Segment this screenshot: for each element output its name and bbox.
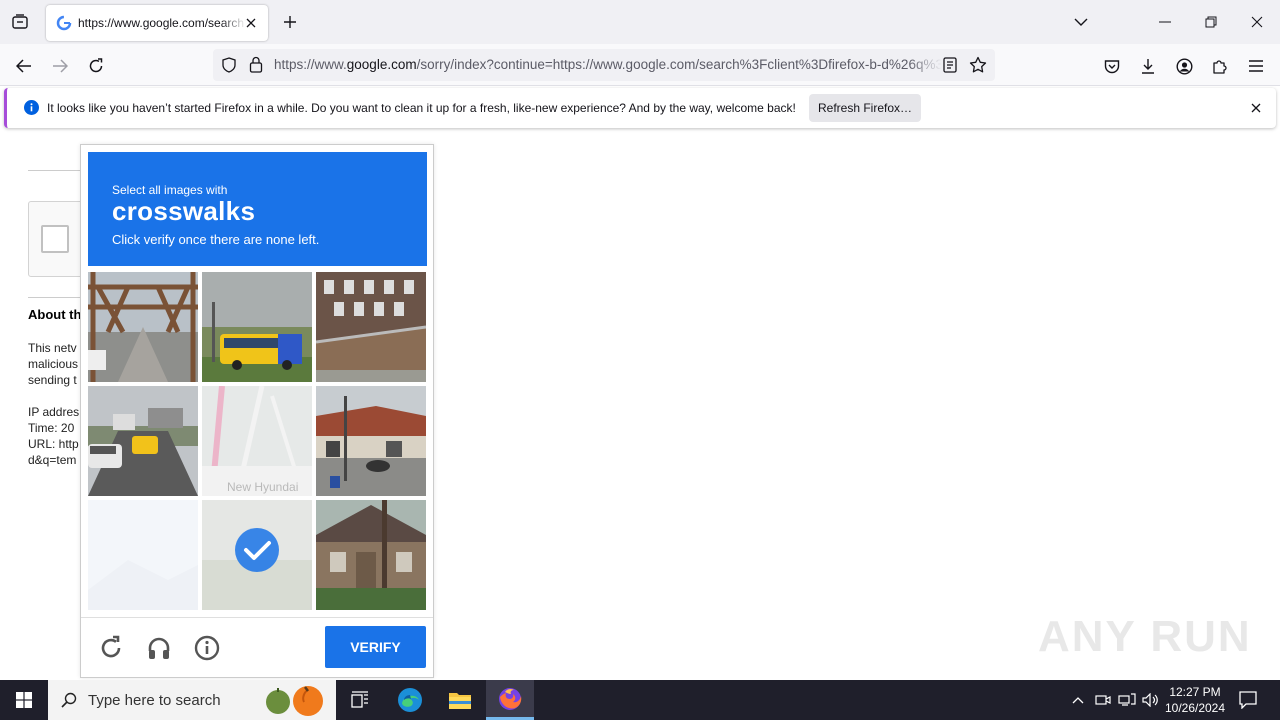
challenge-instruction: Select all images with	[112, 183, 228, 197]
tab-title: https://www.google.com/search?client=fir…	[78, 16, 246, 30]
bookmark-star-icon[interactable]	[969, 56, 987, 79]
captcha-tile-7[interactable]	[88, 500, 198, 610]
captcha-tile-4[interactable]	[88, 386, 198, 496]
captcha-tile-8[interactable]	[202, 500, 312, 610]
meet-now-icon[interactable]	[1092, 680, 1114, 720]
forward-icon[interactable]	[46, 52, 74, 80]
shield-icon[interactable]	[221, 57, 237, 78]
recaptcha-challenge: Select all images with crosswalks Click …	[80, 144, 434, 678]
url-text[interactable]: https://www.google.com/sorry/index?conti…	[274, 57, 942, 72]
tab-bar: https://www.google.com/search?client=fir…	[0, 0, 1280, 44]
google-favicon-icon	[56, 15, 72, 31]
close-notification-icon[interactable]	[1248, 100, 1264, 116]
extensions-icon[interactable]	[1206, 52, 1234, 80]
reload-icon[interactable]	[82, 52, 110, 80]
info-icon	[24, 100, 39, 120]
verify-button[interactable]: VERIFY	[325, 626, 426, 668]
search-placeholder: Type here to search	[88, 692, 221, 709]
new-tab-icon[interactable]	[279, 11, 301, 33]
recaptcha-checkbox-card	[28, 201, 88, 277]
volume-icon[interactable]	[1140, 680, 1162, 720]
restore-icon[interactable]	[1188, 0, 1234, 44]
menu-icon[interactable]	[1242, 52, 1270, 80]
recaptcha-checkbox[interactable]	[41, 225, 69, 253]
search-icon	[61, 692, 77, 713]
captcha-tile-2[interactable]	[202, 272, 312, 382]
windows-start-icon[interactable]	[0, 680, 48, 720]
taskbar-search-box[interactable]: Type here to search	[48, 680, 336, 720]
close-tab-icon[interactable]	[242, 14, 260, 32]
clock-date: 10/26/2024	[1164, 701, 1226, 715]
nav-bar: https://www.google.com/sorry/index?conti…	[0, 44, 1280, 86]
show-hidden-icons-icon[interactable]	[1068, 680, 1088, 720]
challenge-header: Select all images with crosswalks Click …	[88, 152, 427, 266]
notification-message: It looks like you haven’t started Firefo…	[47, 101, 796, 115]
lock-icon[interactable]	[249, 56, 263, 78]
task-view-icon[interactable]	[336, 680, 384, 720]
challenge-keyword: crosswalks	[112, 196, 256, 226]
clock-time: 12:27 PM	[1169, 685, 1221, 699]
downloads-icon[interactable]	[1134, 52, 1162, 80]
captcha-tile-5[interactable]: New Hyundai	[202, 386, 312, 496]
divider	[28, 170, 80, 171]
close-window-icon[interactable]	[1234, 0, 1280, 44]
notification-bar: It looks like you haven’t started Firefo…	[4, 88, 1276, 128]
divider	[81, 617, 433, 618]
challenge-subtext: Click verify once there are none left.	[112, 232, 320, 247]
captcha-tile-9[interactable]	[316, 500, 426, 610]
taskbar: Type here to search 12:27 PM 10/26/2024	[0, 680, 1280, 720]
about-heading: About th	[28, 307, 82, 322]
anyrun-watermark: ANY RUN	[1038, 612, 1252, 661]
captcha-tile-1[interactable]	[88, 272, 198, 382]
tile-caption: New Hyundai	[227, 480, 299, 494]
file-explorer-icon[interactable]	[436, 680, 484, 720]
details-paragraph: IP addres Time: 20 URL: http d&q=tem	[28, 405, 80, 467]
address-bar[interactable]: https://www.google.com/sorry/index?conti…	[213, 49, 995, 81]
chevron-down-icon[interactable]	[1058, 0, 1104, 44]
tab-active[interactable]: https://www.google.com/search?client=fir…	[46, 5, 268, 41]
search-highlight-icon	[262, 684, 326, 721]
captcha-tile-3[interactable]	[316, 272, 426, 382]
back-icon[interactable]	[10, 52, 38, 80]
reload-challenge-icon[interactable]	[96, 633, 126, 663]
captcha-tile-6[interactable]	[316, 386, 426, 496]
audio-challenge-icon[interactable]	[144, 633, 174, 663]
info-paragraph: This netv malicious sending t	[28, 341, 79, 387]
refresh-firefox-button[interactable]: Refresh Firefox…	[809, 94, 921, 122]
reader-view-icon[interactable]	[943, 57, 957, 78]
account-icon[interactable]	[1170, 52, 1198, 80]
clock[interactable]: 12:27 PM 10/26/2024	[1160, 684, 1230, 716]
edge-icon[interactable]	[386, 680, 434, 720]
pocket-icon[interactable]	[1098, 52, 1126, 80]
help-info-icon[interactable]	[192, 633, 222, 663]
network-icon[interactable]	[1116, 680, 1138, 720]
firefox-taskbar-icon[interactable]	[486, 680, 534, 720]
minimize-icon[interactable]	[1142, 0, 1188, 44]
list-all-tabs-icon[interactable]	[8, 10, 32, 34]
notifications-icon[interactable]	[1234, 680, 1262, 720]
divider	[28, 297, 80, 298]
